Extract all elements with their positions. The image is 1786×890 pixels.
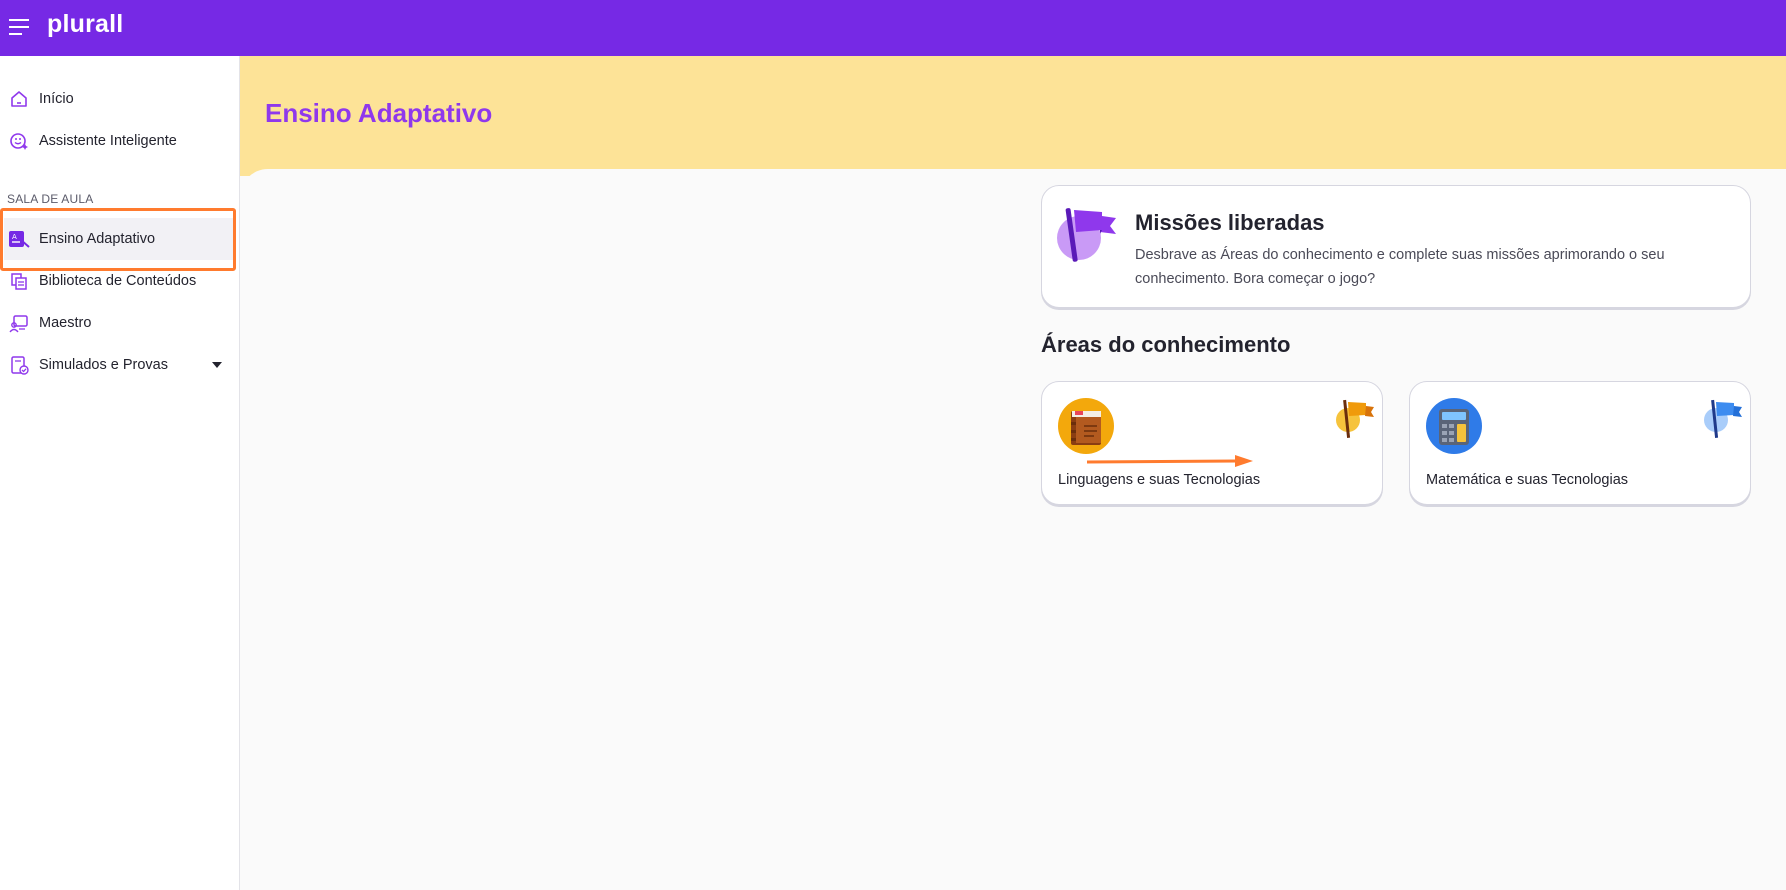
sidebar-item-inicio[interactable]: Início <box>0 78 240 120</box>
section-title: SALA DE AULA <box>7 192 94 206</box>
sidebar-item-simulados[interactable]: Simulados e Provas <box>0 344 240 386</box>
area-card-matematica[interactable]: Matemática e suas Tecnologias <box>1409 381 1751 505</box>
svg-text:A: A <box>12 233 17 241</box>
blue-flag-icon <box>1704 398 1744 440</box>
sidebar-item-label: Biblioteca de Conteúdos <box>39 273 197 289</box>
chevron-down-icon[interactable] <box>212 362 222 368</box>
exams-icon <box>8 354 30 376</box>
area-card-linguagens[interactable]: Linguagens e suas Tecnologias <box>1041 381 1383 505</box>
home-icon <box>8 88 30 110</box>
missions-title: Missões liberadas <box>1135 210 1325 235</box>
sidebar-item-maestro[interactable]: Maestro <box>0 302 240 344</box>
missions-description: Desbrave as Áreas do conhecimento e comp… <box>1135 247 1665 287</box>
menu-icon[interactable] <box>9 17 29 37</box>
plurall-logo[interactable]: plurall <box>47 10 123 39</box>
sidebar-item-label: Assistente Inteligente <box>39 133 177 149</box>
sidebar-item-label: Simulados e Provas <box>39 357 168 373</box>
areas-title: Áreas do conhecimento <box>1041 332 1291 357</box>
book-icon <box>1058 398 1114 454</box>
sidebar-item-assistente[interactable]: Assistente Inteligente <box>0 120 240 162</box>
sidebar-item-label: Ensino Adaptativo <box>39 231 156 247</box>
main-content: Ensino Adaptativo Missões liberadas Desb… <box>240 56 1786 890</box>
page-header: Ensino Adaptativo <box>240 56 1786 176</box>
mission-flag-icon <box>1056 204 1116 264</box>
smart-assistant-icon <box>8 130 30 152</box>
top-bar: plurall <box>0 0 1786 56</box>
area-label: Linguagens e suas Tecnologias <box>1058 472 1261 488</box>
sidebar-item-ensino-adaptativo[interactable]: A Ensino Adaptativo <box>4 218 233 260</box>
calculator-icon <box>1426 398 1482 454</box>
sidebar-item-label: Início <box>39 91 74 107</box>
maestro-icon <box>8 312 30 334</box>
missions-card: Missões liberadas Desbrave as Áreas do c… <box>1041 185 1751 308</box>
library-icon <box>8 270 30 292</box>
arrow-annotation <box>1085 454 1255 470</box>
area-label: Matemática e suas Tecnologias <box>1426 472 1629 488</box>
page-title: Ensino Adaptativo <box>265 98 493 128</box>
orange-flag-icon <box>1336 398 1376 440</box>
sidebar: Início Assistente Inteligente SALA DE AU… <box>0 56 240 890</box>
sidebar-item-label: Maestro <box>39 315 92 331</box>
adaptive-learning-icon: A <box>8 228 30 250</box>
sidebar-item-biblioteca[interactable]: Biblioteca de Conteúdos <box>0 260 240 302</box>
